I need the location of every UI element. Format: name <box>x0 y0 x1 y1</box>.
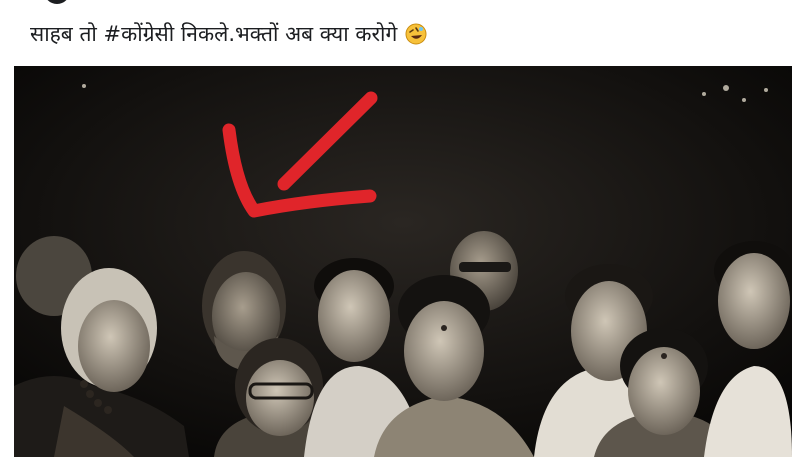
group-photo-illustration <box>14 66 792 457</box>
rolling-laughing-emoji-icon <box>405 23 427 45</box>
caption-text: साहब तो #कोंग्रेसी निकले.भक्तों अब क्या … <box>30 22 398 46</box>
post-caption: साहब तो #कोंग्रेसी निकले.भक्तों अब क्या … <box>30 19 427 49</box>
author-avatar[interactable] <box>44 0 70 4</box>
facebook-post: साहब तो #कोंग्रेसी निकले.भक्तों अब क्या … <box>0 0 800 457</box>
post-photo[interactable] <box>14 66 792 457</box>
